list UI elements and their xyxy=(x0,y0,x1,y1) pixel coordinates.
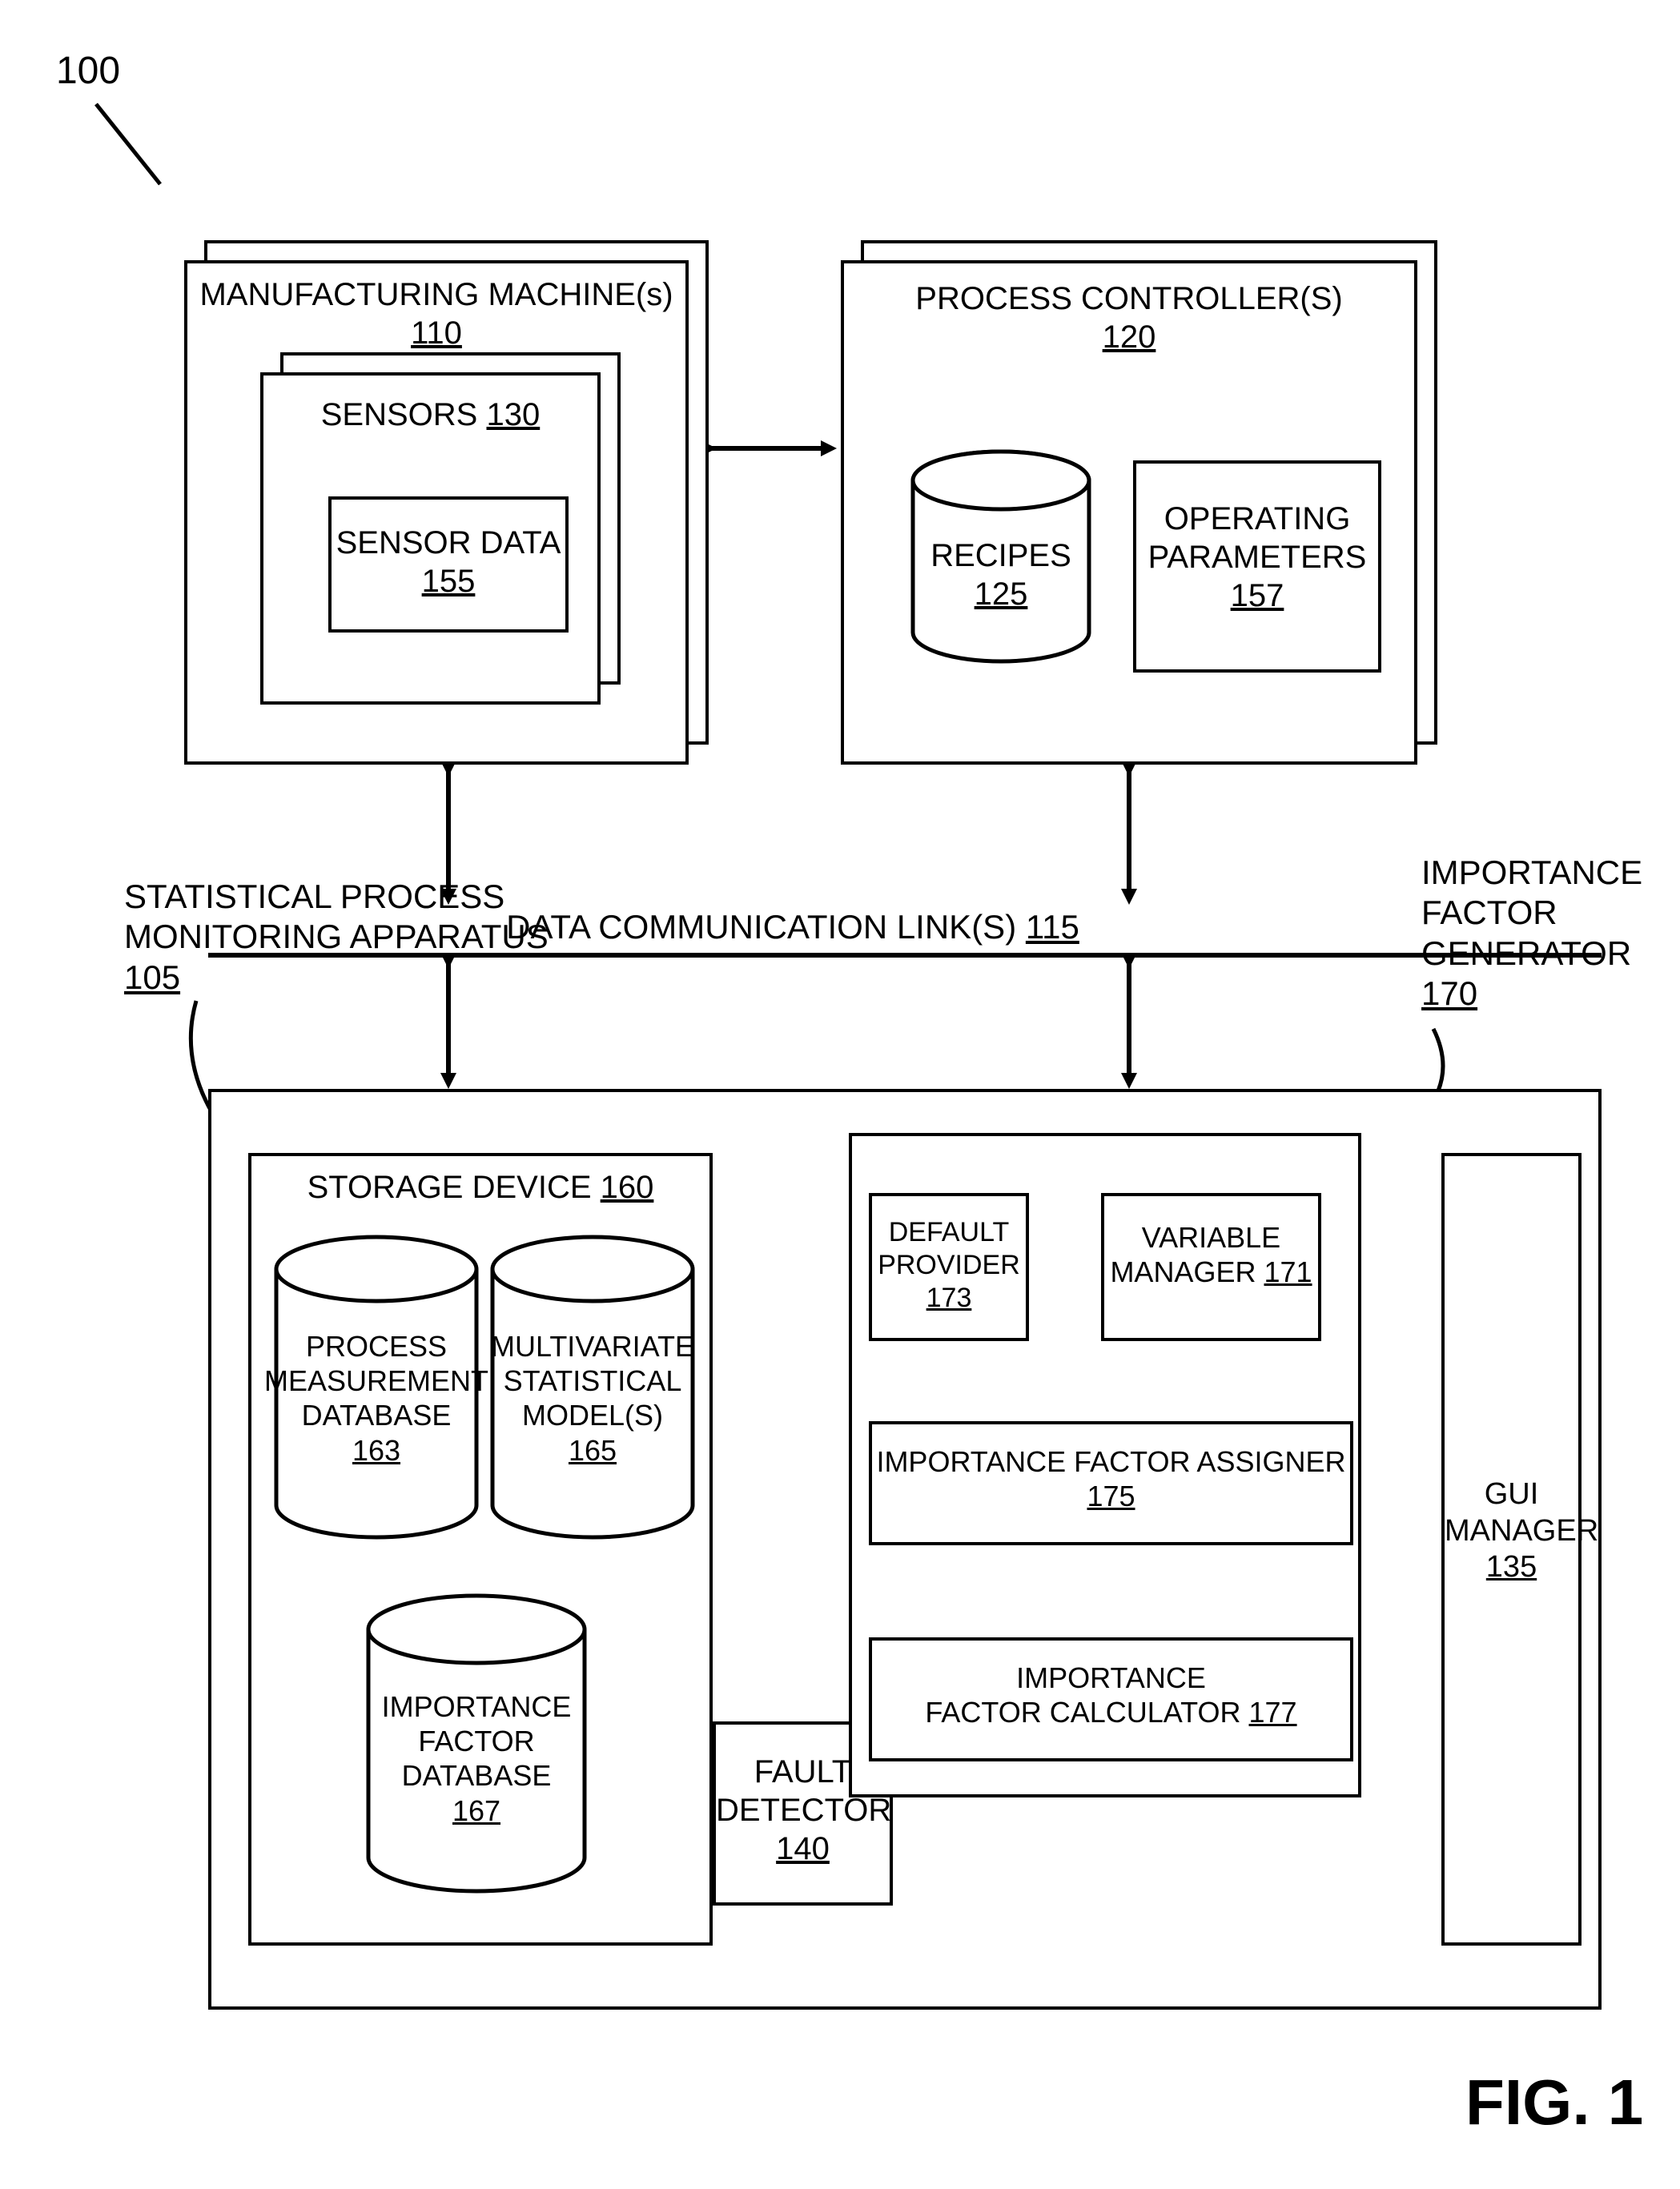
sensors-line1: SENSORS xyxy=(321,397,478,432)
process-controller-title-text: PROCESS CONTROLLER(S) xyxy=(915,281,1342,316)
sensor-data-box: SENSOR DATA 155 xyxy=(328,496,569,633)
ifd-l2: FACTOR xyxy=(418,1725,534,1757)
sensor-data-title: SENSOR DATA 155 xyxy=(332,524,565,600)
data-link-label: DATA COMMUNICATION LINK(S) 115 xyxy=(496,907,1089,947)
recipes-label: RECIPES 125 xyxy=(905,536,1097,613)
operating-params-box: OPERATING PARAMETERS 157 xyxy=(1133,460,1381,673)
pmd-cylinder: PROCESS MEASUREMENT DATABASE 163 xyxy=(264,1233,488,1553)
default-provider-title: DEFAULT PROVIDER 173 xyxy=(872,1216,1026,1314)
spm-callout: STATISTICAL PROCESS MONITORING APPARATUS… xyxy=(124,877,573,998)
fault-detector-l1: FAULT xyxy=(754,1754,852,1789)
default-provider-box: DEFAULT PROVIDER 173 xyxy=(869,1193,1029,1341)
ifd-ref: 167 xyxy=(452,1794,500,1827)
operating-params-l1: OPERATING xyxy=(1164,501,1351,536)
msm-label: MULTIVARIATE STATISTICAL MODEL(S) 165 xyxy=(480,1329,705,1468)
figure-caption: FIG. 1 xyxy=(1465,2066,1643,2139)
msm-l2: STATISTICAL xyxy=(504,1364,682,1397)
ifd-l1: IMPORTANCE xyxy=(382,1690,572,1723)
storage-title: STORAGE DEVICE 160 xyxy=(251,1168,709,1207)
msm-l1: MULTIVARIATE xyxy=(491,1330,694,1363)
storage-title-text: STORAGE DEVICE xyxy=(307,1170,592,1205)
fault-detector-l2: DETECTOR xyxy=(716,1793,891,1828)
msm-ref: 165 xyxy=(569,1434,617,1467)
manufacturing-machine-title-text: MANUFACTURING MACHINE(s) xyxy=(199,277,673,312)
pmd-ref: 163 xyxy=(352,1434,400,1467)
sensors-title: SENSORS 130 xyxy=(263,396,597,434)
manufacturing-machine-title: MANUFACTURING MACHINE(s) 110 xyxy=(187,275,685,352)
ifg-callout-l3: GENERATOR xyxy=(1421,934,1631,972)
spm-l1: STATISTICAL PROCESS xyxy=(124,878,504,915)
data-link-ref: 115 xyxy=(1026,908,1079,946)
if-calculator-ref: 177 xyxy=(1249,1696,1297,1729)
figure-ref-number: 100 xyxy=(40,48,136,94)
ifg-callout: IMPORTANCE FACTOR GENERATOR 170 xyxy=(1421,853,1670,1014)
storage-ref: 160 xyxy=(601,1170,654,1205)
recipes-text: RECIPES xyxy=(930,538,1071,573)
process-controller-title: PROCESS CONTROLLER(S) 120 xyxy=(844,279,1414,356)
operating-params-l2: PARAMETERS xyxy=(1148,540,1367,575)
spm-l2: MONITORING APPARATUS xyxy=(124,918,549,955)
if-calculator-l2: FACTOR CALCULATOR xyxy=(925,1696,1240,1729)
recipes-cylinder: RECIPES 125 xyxy=(905,448,1097,673)
sensor-data-line1: SENSOR DATA xyxy=(336,525,561,560)
ifg-callout-ref: 170 xyxy=(1421,974,1477,1012)
if-assigner-box: IMPORTANCE FACTOR ASSIGNER 175 xyxy=(869,1421,1353,1545)
if-calculator-l1: IMPORTANCE xyxy=(1016,1661,1206,1694)
gui-l1: GUI xyxy=(1485,1477,1539,1511)
gui-manager-title: GUI MANAGER 135 xyxy=(1445,1476,1578,1586)
pmd-l3: DATABASE xyxy=(302,1399,452,1432)
default-provider-l2: PROVIDER xyxy=(878,1250,1020,1280)
if-assigner-l1: IMPORTANCE FACTOR ASSIGNER xyxy=(876,1445,1345,1478)
if-assigner-title: IMPORTANCE FACTOR ASSIGNER 175 xyxy=(872,1444,1350,1513)
ifd-label: IMPORTANCE FACTOR DATABASE 167 xyxy=(356,1689,597,1828)
ifg-callout-l1: IMPORTANCE xyxy=(1421,854,1642,891)
operating-params-ref: 157 xyxy=(1231,578,1284,613)
pmd-label: PROCESS MEASUREMENT DATABASE 163 xyxy=(264,1329,488,1468)
default-provider-l1: DEFAULT xyxy=(889,1217,1010,1247)
variable-manager-l2: MANAGER xyxy=(1110,1255,1256,1288)
spm-ref: 105 xyxy=(124,958,180,996)
operating-params-title: OPERATING PARAMETERS 157 xyxy=(1136,500,1378,615)
data-link-text: DATA COMMUNICATION LINK(S) xyxy=(506,908,1016,946)
msm-cylinder: MULTIVARIATE STATISTICAL MODEL(S) 165 xyxy=(480,1233,705,1553)
ifd-cylinder: IMPORTANCE FACTOR DATABASE 167 xyxy=(356,1593,597,1914)
gui-l2: MANAGER xyxy=(1445,1514,1598,1548)
pmd-l2: MEASUREMENT xyxy=(264,1364,488,1397)
ifg-callout-l2: FACTOR xyxy=(1421,894,1557,931)
variable-manager-box: VARIABLE MANAGER 171 xyxy=(1101,1193,1321,1341)
manufacturing-machine-ref: 110 xyxy=(411,315,462,351)
gui-manager-box: GUI MANAGER 135 xyxy=(1441,1153,1582,1946)
if-calculator-box: IMPORTANCE FACTOR CALCULATOR 177 xyxy=(869,1637,1353,1761)
variable-manager-ref: 171 xyxy=(1264,1255,1312,1288)
sensors-ref: 130 xyxy=(486,397,540,432)
if-assigner-ref: 175 xyxy=(1087,1480,1135,1512)
pmd-l1: PROCESS xyxy=(306,1330,447,1363)
recipes-ref: 125 xyxy=(975,576,1028,612)
ifd-l3: DATABASE xyxy=(402,1759,552,1792)
variable-manager-title: VARIABLE MANAGER 171 xyxy=(1104,1220,1318,1289)
process-controller-ref: 120 xyxy=(1103,319,1156,355)
gui-ref: 135 xyxy=(1486,1550,1537,1584)
sensor-data-ref: 155 xyxy=(422,564,476,599)
default-provider-ref: 173 xyxy=(926,1283,972,1313)
if-calculator-title: IMPORTANCE FACTOR CALCULATOR 177 xyxy=(872,1661,1350,1729)
variable-manager-l1: VARIABLE xyxy=(1142,1221,1280,1254)
diagram-stage: 100 xyxy=(0,0,1680,2189)
msm-l3: MODEL(S) xyxy=(522,1399,663,1432)
fault-detector-ref: 140 xyxy=(776,1831,830,1866)
